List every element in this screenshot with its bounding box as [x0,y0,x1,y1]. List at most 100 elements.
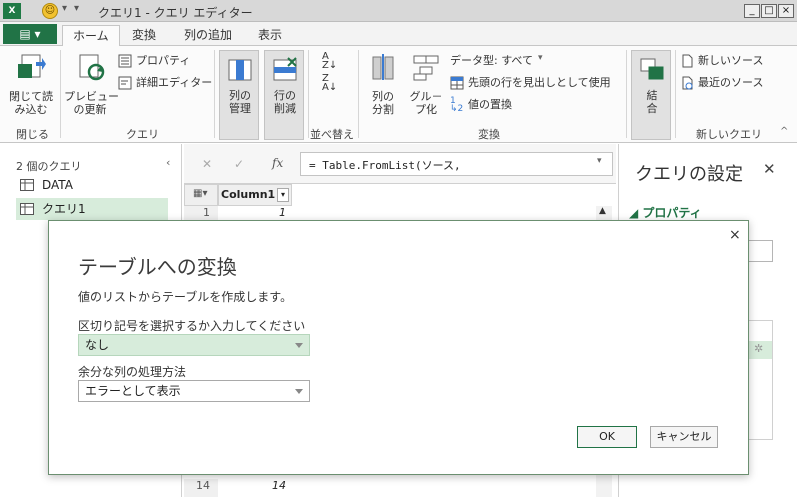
query-name: DATA [42,178,73,192]
table-header-icon [450,76,464,90]
split-column-icon [372,54,394,80]
close-settings-icon[interactable]: ✕ [763,160,776,178]
use-first-row-as-headers-button[interactable]: 先頭の行を見出しとして使用 [450,75,620,91]
divider [626,50,627,138]
applied-step-selected[interactable]: ✲ [746,341,772,359]
close-load-icon [18,54,46,78]
extra-columns-select[interactable]: エラーとして表示 [78,380,310,402]
group-by-icon [413,55,439,81]
qat-dropdown-icon[interactable]: ▾ [62,3,67,14]
expand-formula-icon[interactable]: ▾ [597,156,602,166]
divider [214,50,215,138]
query-item-query1[interactable]: クエリ1 [16,198,168,220]
formula-text: = Table.FromList(ソース, [309,159,461,172]
recent-sources-dropdown[interactable]: 最近のソース [680,75,790,91]
merge-icon [640,58,664,80]
manage-columns-icon [228,59,252,81]
manage-columns-button[interactable]: 列の 管理 [219,50,259,140]
divider [308,50,309,138]
advanced-editor-icon [118,76,132,90]
group-by-button[interactable]: グル－ プ化 [406,50,446,122]
tab-add-column[interactable]: 列の追加 [174,25,242,46]
replace-values-label: 値の置換 [468,98,512,111]
new-source-icon [682,54,693,68]
collapse-pane-icon[interactable]: ‹ [166,156,170,169]
delimiter-select[interactable]: なし [78,334,310,356]
group-sort-label: 並べ替え [310,128,354,141]
query-item-data[interactable]: DATA [16,174,168,196]
tab-transform[interactable]: 変換 [122,25,166,46]
split-column-label: 列の 分割 [372,90,394,116]
remove-rows-icon [273,57,297,81]
column-header[interactable]: Column1 ▾ [218,184,292,206]
excel-app-icon[interactable]: X [3,3,21,19]
properties-section-header[interactable]: ◢ プロパティ [629,204,702,221]
column-name: Column1 [221,188,276,201]
new-source-label: 新しいソース [698,54,764,67]
recent-sources-icon [682,76,693,90]
sort-ascending-icon[interactable]: A Z↓ [322,52,342,71]
commit-formula-icon[interactable]: ✓ [234,157,244,171]
split-column-button[interactable]: 列の 分割 [362,50,404,122]
new-source-dropdown[interactable]: 新しいソース [680,53,790,69]
merge-label: 結 合 [646,89,658,115]
properties-button[interactable]: プロパティ [118,53,208,69]
cell[interactable]: 14 [218,479,292,497]
divider [60,50,61,138]
filter-dropdown-icon[interactable]: ▾ [277,188,289,202]
query-name: クエリ1 [42,202,86,216]
maximize-button[interactable]: □ [761,4,777,18]
properties-label: プロパティ [136,54,191,67]
close-window-button[interactable]: × [778,4,794,18]
convert-to-table-dialog: × テーブルへの変換 値のリストからテーブルを作成します。 区切り記号を選択する… [48,220,749,475]
preview-refresh-button[interactable]: プレビュー の更新 [64,50,119,122]
scroll-up-icon[interactable]: ▲ [599,206,606,216]
data-type-dropdown[interactable]: データ型: すべて ▾ [450,53,560,69]
chevron-down-icon [295,343,303,348]
fx-icon[interactable]: fx [272,156,283,170]
applied-steps-list[interactable]: ✲ [745,320,773,440]
cancel-formula-icon[interactable]: ✕ [202,157,212,171]
extra-columns-label: 余分な列の処理方法 [78,365,187,379]
table-menu-button[interactable]: ▦▾ [184,184,218,206]
ok-button[interactable]: OK [577,426,637,448]
sort-descending-icon[interactable]: Z A↓ [322,74,342,93]
group-transform-label: 変換 [478,128,500,141]
delimiter-label: 区切り記号を選択するか入力してください [78,319,306,333]
close-dialog-icon[interactable]: × [729,227,741,243]
cancel-button[interactable]: キャンセル [650,426,718,448]
formula-input[interactable]: = Table.FromList(ソース, ▾ [300,152,613,176]
collapse-ribbon-icon[interactable]: ^ [780,126,788,137]
tab-home[interactable]: ホーム [62,25,120,46]
file-tab[interactable]: ▤ ▾ [3,24,57,44]
smiley-feedback-icon[interactable]: ☺ [42,3,58,19]
close-load-button[interactable]: 閉じて読 み込む [6,50,56,122]
gear-icon[interactable]: ✲ [754,342,763,355]
title-bar: X ☺ ▾ ▾ クエリ1 - クエリ エディター _ □ × [0,0,797,22]
refresh-icon [79,54,105,81]
merge-button[interactable]: 結 合 [631,50,671,140]
window-title: クエリ1 - クエリ エディター [98,6,253,20]
group-new-query-label: 新しいクエリ [696,128,762,141]
tab-view[interactable]: 表示 [248,25,292,46]
properties-section-label: プロパティ [642,206,702,220]
dialog-description: 値のリストからテーブルを作成します。 [78,290,293,304]
properties-icon [118,54,132,68]
divider [358,50,359,138]
dialog-title: テーブルへの変換 [78,255,237,279]
minimize-button[interactable]: _ [744,4,760,18]
delimiter-value: なし [85,338,110,352]
data-type-label: データ型: すべて [450,54,533,67]
group-query-label: クエリ [126,128,159,141]
divider [675,50,676,138]
replace-values-button[interactable]: 1 ↳2 値の置換 [450,97,540,114]
remove-rows-button[interactable]: 行の 削減 [264,50,304,140]
manage-columns-label: 列の 管理 [229,89,251,115]
qat-customize-icon[interactable]: ▾ [74,3,79,14]
recent-sources-label: 最近のソース [698,76,764,89]
group-close-label: 閉じる [16,128,49,141]
advanced-editor-button[interactable]: 詳細エディター [118,75,212,91]
table-icon [20,203,34,215]
ribbon-tabs: ▤ ▾ ホーム 変換 列の追加 表示 [0,22,797,46]
chevron-down-icon [295,389,303,394]
